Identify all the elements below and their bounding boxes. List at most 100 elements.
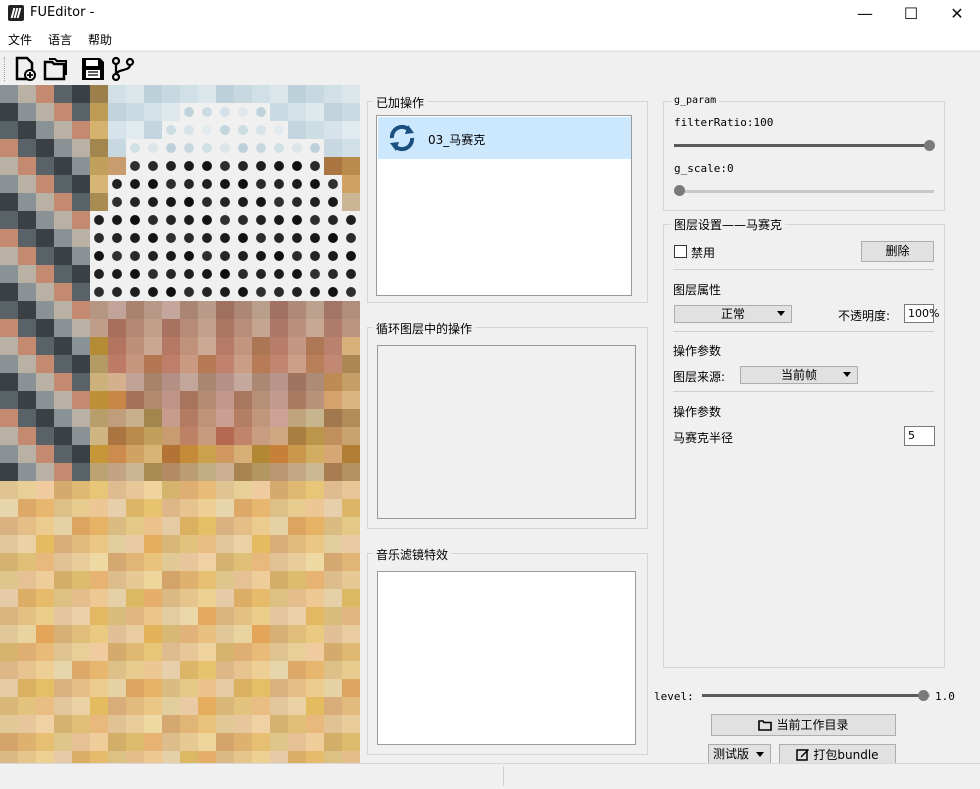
mosaic-cell [0, 445, 18, 463]
mosaic-cell [162, 337, 180, 355]
menu-file[interactable]: 文件 [8, 31, 32, 48]
mosaic-cell [126, 517, 144, 535]
mosaic-cell [54, 391, 72, 409]
mosaic-cell [54, 103, 72, 121]
mosaic-cell [130, 143, 140, 153]
mosaic-cell [306, 625, 324, 643]
mosaic-cell [0, 499, 18, 517]
mosaic-cell [270, 427, 288, 445]
mosaic-cell [288, 481, 306, 499]
mosaic-cell [310, 161, 320, 171]
branch-icon[interactable] [110, 56, 136, 82]
mosaic-cell [288, 661, 306, 679]
opacity-input[interactable]: 100% [904, 304, 939, 323]
mosaic-cell [198, 553, 216, 571]
menu-language[interactable]: 语言 [48, 31, 72, 48]
mosaic-cell [0, 553, 18, 571]
mosaic-cell [342, 643, 360, 661]
mosaic-cell [72, 301, 90, 319]
mosaic-cell [18, 535, 36, 553]
mosaic-cell [72, 139, 90, 157]
mosaic-cell [252, 499, 270, 517]
workdir-button[interactable]: 当前工作目录 [711, 714, 896, 736]
mosaic-cell [342, 553, 360, 571]
added-ops-list[interactable]: 03_马赛克 [376, 115, 632, 296]
mosaic-cell [0, 355, 18, 373]
save-icon[interactable] [80, 56, 106, 82]
mosaic-cell [162, 373, 180, 391]
mosaic-cell [0, 283, 18, 301]
filter-ratio-slider-handle[interactable] [924, 140, 935, 151]
mosaic-cell [252, 391, 270, 409]
mosaic-cell [342, 697, 360, 715]
mosaic-radius-input[interactable]: 5 [904, 426, 935, 446]
close-button[interactable]: ✕ [934, 0, 980, 28]
mosaic-cell [0, 607, 18, 625]
mosaic-cell [252, 643, 270, 661]
maximize-button[interactable]: ☐ [888, 0, 934, 28]
mosaic-cell [90, 85, 108, 103]
mosaic-cell [306, 355, 324, 373]
delete-button[interactable]: 删除 [861, 241, 934, 262]
mosaic-cell [54, 319, 72, 337]
mosaic-cell [0, 139, 18, 157]
mosaic-cell [0, 589, 18, 607]
g-scale-slider[interactable] [674, 190, 934, 193]
mosaic-cell [90, 643, 108, 661]
mosaic-cell [342, 499, 360, 517]
mosaic-cell [288, 319, 306, 337]
blend-mode-select[interactable]: 正常 [674, 305, 792, 323]
mosaic-cell [324, 409, 342, 427]
mosaic-cell [162, 535, 180, 553]
mosaic-cell [162, 733, 180, 751]
mosaic-cell [90, 697, 108, 715]
level-slider-handle[interactable] [918, 690, 929, 701]
mosaic-cell [180, 301, 198, 319]
new-file-icon[interactable] [12, 56, 38, 82]
mosaic-cell [342, 157, 360, 175]
mosaic-cell [148, 233, 158, 243]
mosaic-cell [274, 143, 284, 153]
version-select[interactable]: 测试版 [708, 744, 771, 764]
mosaic-cell [18, 373, 36, 391]
menu-help[interactable]: 帮助 [88, 31, 112, 48]
mosaic-cell [184, 179, 194, 189]
loop-layer-ops-list[interactable] [377, 345, 636, 519]
preview-image[interactable] [0, 85, 360, 763]
mosaic-cell [90, 355, 108, 373]
minimize-button[interactable]: — [842, 0, 888, 28]
mosaic-cell [342, 409, 360, 427]
mosaic-cell [144, 535, 162, 553]
mosaic-cell [108, 697, 126, 715]
mosaic-cell [90, 715, 108, 733]
mosaic-cell [36, 229, 54, 247]
mosaic-cell [288, 607, 306, 625]
open-folder-icon[interactable] [42, 56, 68, 82]
mosaic-cell [36, 589, 54, 607]
list-item[interactable]: 03_马赛克 [378, 117, 631, 159]
music-filter-list[interactable] [377, 571, 636, 745]
mosaic-cell [0, 211, 18, 229]
mosaic-cell [72, 319, 90, 337]
mosaic-cell [252, 481, 270, 499]
mosaic-cell [342, 139, 360, 157]
mosaic-cell [108, 715, 126, 733]
layer-source-select[interactable]: 当前帧 [740, 366, 858, 384]
status-divider [503, 766, 504, 786]
mosaic-cell [306, 553, 324, 571]
mosaic-cell [180, 355, 198, 373]
mosaic-cell [108, 733, 126, 751]
pack-bundle-button[interactable]: 打包bundle [779, 744, 896, 764]
mosaic-cell [162, 643, 180, 661]
mosaic-cell [288, 499, 306, 517]
mosaic-cell [54, 643, 72, 661]
mosaic-cell [216, 715, 234, 733]
mosaic-cell [126, 733, 144, 751]
mosaic-cell [324, 589, 342, 607]
mosaic-cell [18, 445, 36, 463]
disable-checkbox[interactable] [674, 245, 687, 258]
mosaic-cell [198, 571, 216, 589]
g-scale-slider-handle[interactable] [674, 185, 685, 196]
mosaic-cell [162, 409, 180, 427]
mosaic-cell [198, 481, 216, 499]
